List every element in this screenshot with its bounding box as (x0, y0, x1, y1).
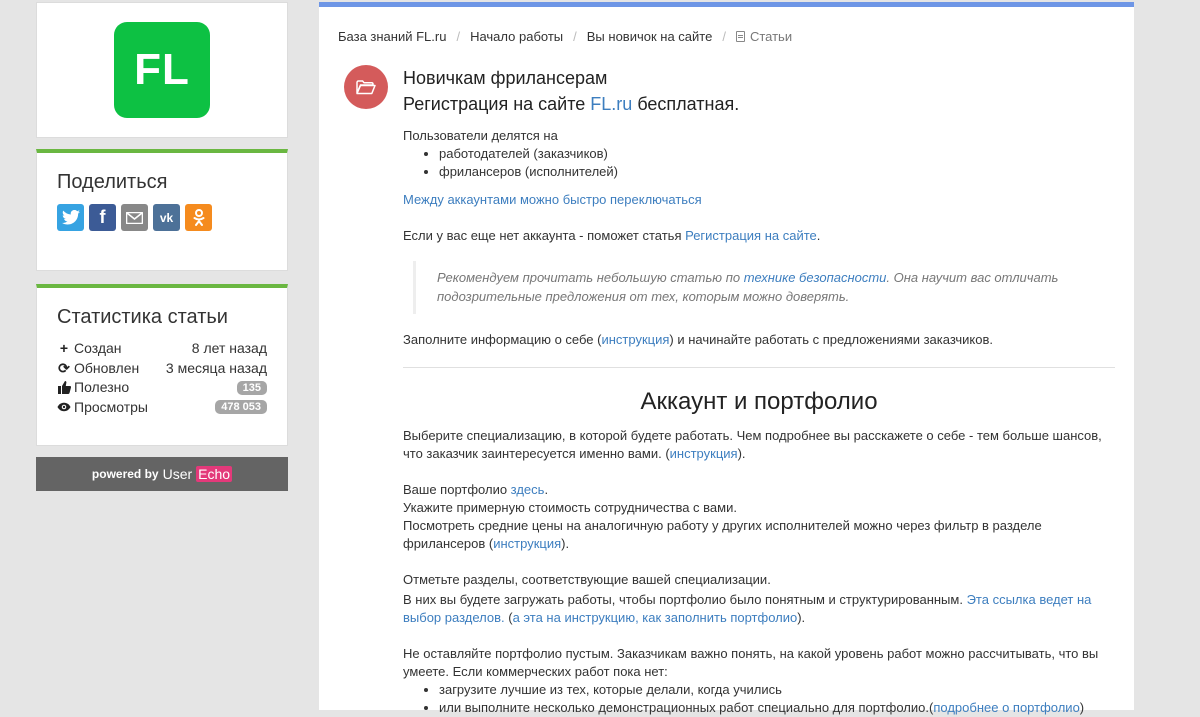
stat-updated-label: Обновлен (74, 359, 140, 376)
powered-user: User (162, 466, 193, 482)
switch-accounts-link[interactable]: Между аккаунтами можно быстро переключат… (403, 192, 702, 207)
article-subtitle: Регистрация на сайте FL.ru бесплатная. (403, 91, 1115, 117)
portfolio-text-end: . (544, 482, 549, 497)
breadcrumb: База знаний FL.ru / Начало работы / Вы н… (338, 29, 792, 44)
article-panel: База знаний FL.ru / Начало работы / Вы н… (319, 2, 1134, 715)
fill-text-end: ) и начинайте работать с предложениями з… (669, 332, 993, 347)
list-item: загрузите лучшие из тех, которые делали,… (439, 681, 1115, 699)
tips-list: загрузите лучшие из тех, которые делали,… (403, 681, 1115, 717)
logo-card: FL (36, 2, 288, 138)
stat-updated: ⟳ Обновлен 3 месяца назад (57, 359, 267, 379)
thumbs-up-icon[interactable] (57, 381, 71, 395)
portfolio-details-link[interactable]: подробнее о портфолио (933, 700, 1079, 715)
registration-link[interactable]: Регистрация на сайте (685, 228, 817, 243)
sidebar: FL Поделиться f vk Статистика статьи + Со… (36, 2, 288, 491)
email-icon[interactable] (121, 204, 148, 231)
document-icon (735, 31, 745, 42)
quote-text: Рекомендуем прочитать небольшую статью п… (437, 270, 744, 285)
breadcrumb-getting-started[interactable]: Начало работы (470, 29, 563, 44)
stat-views-label: Просмотры (74, 398, 148, 415)
tip-text: или выполните несколько демонстрационных… (439, 700, 934, 715)
breadcrumb-separator: / (456, 29, 461, 44)
breadcrumb-newcomer[interactable]: Вы новичок на сайте (587, 29, 713, 44)
sections-line: Отметьте разделы, соответствующие вашей … (403, 572, 771, 587)
breadcrumb-current: Статьи (735, 29, 793, 44)
stat-views: Просмотры 478 053 (57, 398, 267, 418)
odnoklassniki-icon[interactable] (185, 204, 212, 231)
section-title: Аккаунт и портфолио (640, 388, 878, 415)
stats-title: Статистика статьи (57, 306, 228, 328)
specialization-paragraph: Выберите специализацию, в которой будете… (403, 427, 1115, 463)
vk-icon[interactable]: vk (153, 204, 180, 231)
plus-icon: + (59, 340, 69, 356)
list-item: фрилансеров (исполнителей) (439, 163, 1115, 181)
stat-created-value: 8 лет назад (191, 340, 267, 356)
user-types-list: работодателей (заказчиков) фрилансеров (… (403, 145, 1115, 181)
breadcrumb-separator: / (573, 29, 577, 44)
views-count-badge: 478 053 (215, 400, 267, 415)
fill-instruction-link[interactable]: инструкция (601, 332, 669, 347)
prices-text-end: ). (561, 536, 570, 551)
fl-ru-link[interactable]: FL.ru (590, 94, 632, 114)
share-title: Поделиться (57, 171, 168, 193)
breadcrumb-current-label: Статьи (749, 29, 793, 44)
eye-icon (57, 402, 71, 412)
empty-portfolio-paragraph: Не оставляйте портфолио пустым. Заказчик… (403, 646, 1099, 679)
portfolio-text: Ваше портфолио (403, 482, 511, 497)
fill-text: Заполните информацию о себе ( (403, 332, 602, 347)
article-title: Новичкам фрилансерам (403, 68, 608, 88)
powered-prefix: powered by (91, 467, 159, 481)
breadcrumb-knowledge-base[interactable]: База знаний FL.ru (338, 29, 446, 44)
article-content: Новичкам фрилансерам Регистрация на сайт… (403, 65, 1115, 717)
no-account-text: Если у вас еще нет аккаунта - поможет ст… (403, 228, 686, 243)
spec-text: Выберите специализацию, в которой будете… (403, 428, 1102, 461)
tip-text-end: ) (1079, 700, 1085, 715)
spec-text-end: ). (737, 446, 746, 461)
works-text-end: ). (797, 610, 806, 625)
works-text-mid: ( (504, 610, 513, 625)
fl-logo[interactable]: FL (114, 22, 210, 118)
useful-count-badge: 135 (236, 380, 267, 395)
list-item: или выполните несколько демонстрационных… (439, 699, 1115, 717)
fill-info-paragraph: Заполните информацию о себе (инструкция)… (403, 331, 1115, 349)
refresh-icon: ⟳ (58, 359, 70, 376)
section-divider (403, 367, 1115, 368)
share-icons: f vk (57, 204, 267, 231)
stats-card: Статистика статьи + Создан 8 лет назад ⟳ О… (36, 284, 288, 446)
breadcrumb-separator: / (722, 29, 726, 44)
stat-created-label: Создан (74, 340, 122, 356)
security-quote: Рекомендуем прочитать небольшую статью п… (413, 261, 1115, 314)
subtitle-text-end: бесплатная. (632, 94, 740, 114)
powered-by-userecho[interactable]: powered by User Echo (36, 457, 288, 491)
no-account-text-end: . (816, 228, 821, 243)
portfolio-here-link[interactable]: здесь (511, 482, 545, 497)
facebook-icon[interactable]: f (89, 204, 116, 231)
share-card: Поделиться f vk (36, 149, 288, 271)
stat-updated-value: 3 месяца назад (165, 359, 267, 376)
prices-instruction-link[interactable]: инструкция (493, 536, 561, 551)
no-account-paragraph: Если у вас еще нет аккаунта - поможет ст… (403, 227, 1115, 245)
security-technique-link[interactable]: технике безопасности (744, 270, 887, 285)
works-text: В них вы будете загружать работы, чтобы … (403, 592, 967, 607)
subtitle-text: Регистрация на сайте (403, 94, 591, 114)
prices-paragraph: Посмотреть средние цены на аналогичную р… (403, 517, 1115, 553)
powered-echo: Echo (196, 466, 233, 482)
spec-instruction-link[interactable]: инструкция (670, 446, 738, 461)
stat-useful: Полезно 135 (57, 378, 267, 398)
cost-line: Укажите примерную стоимость сотрудничест… (403, 500, 737, 515)
users-share-text: Пользователи делятся на (403, 128, 558, 143)
works-paragraph: В них вы будете загружать работы, чтобы … (403, 591, 1115, 627)
list-item: работодателей (заказчиков) (439, 145, 1115, 163)
stat-created: + Создан 8 лет назад (57, 339, 267, 359)
folder-open-icon (344, 65, 388, 109)
stat-useful-label: Полезно (74, 379, 130, 395)
portfolio-paragraph: Ваше портфолио здесь. (403, 481, 1115, 499)
twitter-icon[interactable] (57, 204, 84, 231)
portfolio-instruction-link[interactable]: а эта на инструкцию, как заполнить портф… (513, 610, 798, 625)
